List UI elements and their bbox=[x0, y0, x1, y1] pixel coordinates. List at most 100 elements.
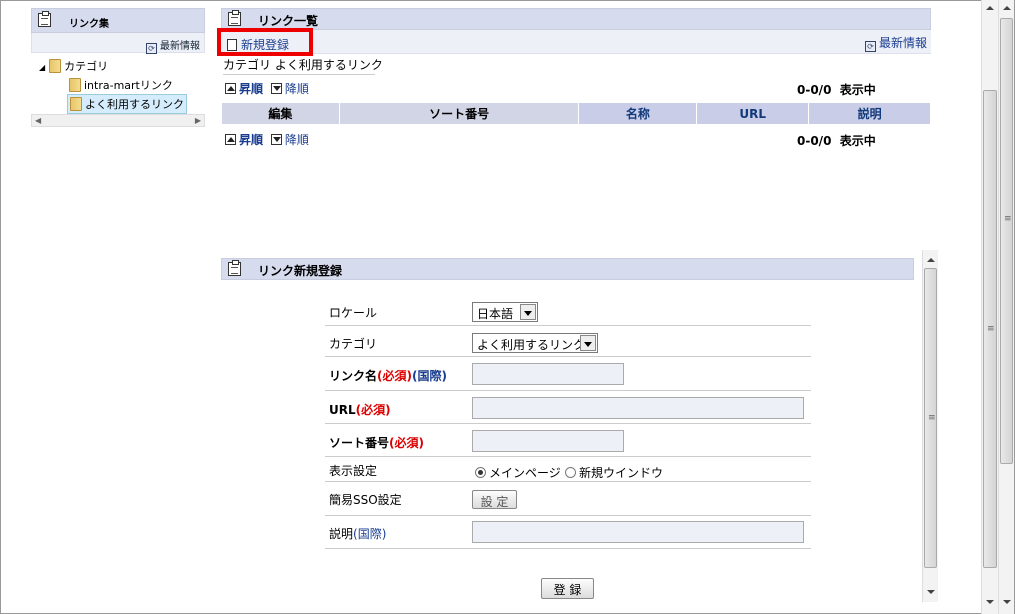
refresh-label: 最新情報 bbox=[160, 41, 200, 52]
grip-icon: ≡ bbox=[928, 413, 936, 423]
sort-ascending-icon[interactable] bbox=[225, 83, 236, 94]
new-document-icon bbox=[227, 39, 237, 51]
scroll-down-icon[interactable] bbox=[927, 590, 935, 594]
url-text: URL bbox=[329, 403, 356, 417]
link-name-text: リンク名 bbox=[329, 369, 378, 383]
sort-ascending-link[interactable]: 昇順 bbox=[239, 133, 263, 147]
sort-descending-link[interactable]: 降順 bbox=[285, 82, 309, 96]
sort-number-row: ソート番号(必須) bbox=[325, 425, 811, 457]
tree-item-frequent[interactable]: よく利用するリンク bbox=[67, 94, 187, 114]
category-value: よく利用するリンク bbox=[274, 58, 383, 72]
sso-label: 簡易SSO設定 bbox=[329, 493, 402, 507]
list-header: リンク一覧 bbox=[221, 8, 931, 30]
category-value: よく利用するリンク bbox=[477, 338, 586, 352]
display-new-window-radio[interactable]: 新規ウインドウ bbox=[565, 464, 663, 481]
intl-mark: (国際) bbox=[412, 369, 447, 383]
link-collection-pane: リンク集 ⟳ 最新情報 ◢ カテゴリ intra-martリンク よく利用するリンク… bbox=[31, 8, 205, 128]
list-title: リンク一覧 bbox=[258, 14, 319, 28]
required-mark: (必須) bbox=[377, 369, 412, 383]
count-text: 0-0/0 bbox=[797, 83, 832, 97]
col-description[interactable]: 説明 bbox=[808, 102, 931, 125]
display-new-window-label: 新規ウインドウ bbox=[579, 466, 664, 480]
tree-root-label: カテゴリ bbox=[64, 60, 109, 73]
scroll-right-icon[interactable]: ▶ bbox=[195, 116, 201, 125]
scroll-down-icon[interactable] bbox=[986, 600, 994, 604]
locale-row: ロケール 日本語 bbox=[325, 298, 811, 326]
radio-unselected-icon[interactable] bbox=[565, 467, 576, 478]
scroll-up-icon[interactable] bbox=[927, 258, 935, 262]
link-name-input[interactable] bbox=[472, 363, 624, 385]
tree-root-category[interactable]: ◢ カテゴリ bbox=[39, 58, 108, 74]
chevron-down-icon[interactable] bbox=[580, 335, 596, 351]
list-refresh-link[interactable]: ⟳ 最新情報 bbox=[864, 34, 927, 52]
refresh-icon: ⟳ bbox=[864, 41, 876, 52]
scroll-left-icon[interactable]: ◀ bbox=[35, 116, 41, 125]
col-sort-number: ソート番号 bbox=[338, 102, 580, 125]
url-input[interactable] bbox=[472, 397, 804, 419]
pane-header: リンク集 bbox=[31, 8, 205, 33]
display-setting-label: 表示設定 bbox=[329, 464, 378, 478]
locale-label: ロケール bbox=[329, 306, 378, 320]
clipboard-icon bbox=[38, 11, 51, 27]
current-category: カテゴリ よく利用するリンク bbox=[223, 56, 383, 75]
refresh-icon: ⟳ bbox=[146, 43, 157, 54]
sso-setting-button[interactable]: 設 定 bbox=[472, 490, 517, 509]
chevron-down-icon[interactable] bbox=[520, 304, 536, 320]
tree-horizontal-scrollbar[interactable]: ◀ ▶ bbox=[31, 114, 205, 127]
refresh-label: 最新情報 bbox=[878, 36, 927, 50]
link-name-label: リンク名(必須)(国際) bbox=[329, 367, 447, 384]
new-registration-button[interactable]: 新規登録 bbox=[217, 28, 313, 56]
intl-mark: (国際) bbox=[353, 527, 387, 541]
display-main-radio[interactable]: メインページ bbox=[475, 464, 561, 481]
radio-selected-icon[interactable] bbox=[475, 467, 486, 478]
register-button[interactable]: 登 録 bbox=[541, 578, 594, 599]
tree-expand-icon[interactable]: ◢ bbox=[39, 63, 45, 72]
url-label: URL(必須) bbox=[329, 401, 391, 418]
sso-row: 簡易SSO設定 設 定 bbox=[325, 483, 811, 516]
scroll-thumb[interactable]: ≡ bbox=[983, 90, 997, 568]
tree-item-intramart[interactable]: intra-martリンク bbox=[69, 77, 173, 93]
sort-descending-link[interactable]: 降順 bbox=[285, 133, 309, 147]
category-row: カテゴリ よく利用するリンク bbox=[325, 327, 811, 357]
scroll-down-icon[interactable] bbox=[1003, 600, 1011, 604]
page-count-top: 0-0/0 表示中 bbox=[797, 81, 876, 98]
scroll-thumb[interactable]: ≡ bbox=[1000, 18, 1013, 464]
sort-number-input[interactable] bbox=[472, 430, 624, 452]
clipboard-icon bbox=[228, 10, 241, 26]
category-select[interactable]: よく利用するリンク bbox=[472, 333, 598, 353]
sort-ascending-icon[interactable] bbox=[225, 134, 236, 145]
form-header: リンク新規登録 bbox=[221, 258, 914, 280]
col-edit: 編集 bbox=[221, 102, 340, 125]
col-url[interactable]: URL bbox=[696, 102, 810, 125]
sort-ascending-link[interactable]: 昇順 bbox=[239, 82, 263, 96]
sort-number-label: ソート番号(必須) bbox=[329, 434, 424, 451]
window-vertical-scrollbar[interactable]: ≡ bbox=[998, 0, 1014, 614]
sort-controls-top: 昇順 降順 bbox=[225, 80, 309, 97]
col-name[interactable]: 名称 bbox=[578, 102, 698, 125]
form-vertical-scrollbar[interactable]: ≡ bbox=[922, 250, 938, 602]
scroll-thumb[interactable]: ≡ bbox=[924, 268, 937, 568]
table-header-row: 編集 ソート番号 名称 URL 説明 bbox=[221, 102, 931, 125]
pane-title: リンク集 bbox=[69, 19, 109, 30]
sort-controls-bottom: 昇順 降順 bbox=[225, 131, 309, 148]
scroll-up-icon[interactable] bbox=[1003, 6, 1011, 10]
sort-descending-icon[interactable] bbox=[270, 83, 282, 94]
page-count-bottom: 0-0/0 表示中 bbox=[797, 132, 876, 149]
description-row: 説明(国際) bbox=[325, 517, 811, 549]
required-mark: (必須) bbox=[389, 436, 424, 450]
sort-descending-icon[interactable] bbox=[270, 134, 282, 145]
refresh-link[interactable]: ⟳ 最新情報 bbox=[31, 33, 205, 54]
grip-icon: ≡ bbox=[987, 324, 995, 334]
link-table: 編集 ソート番号 名称 URL 説明 bbox=[221, 102, 931, 125]
grip-icon: ≡ bbox=[1004, 214, 1012, 224]
description-text: 説明 bbox=[329, 527, 354, 541]
page-vertical-scrollbar[interactable]: ≡ bbox=[981, 0, 998, 614]
scroll-up-icon[interactable] bbox=[986, 6, 994, 10]
description-input[interactable] bbox=[472, 521, 804, 543]
tree-item-label: よく利用するリンク bbox=[85, 98, 184, 111]
form-title: リンク新規登録 bbox=[258, 264, 343, 278]
link-name-row: リンク名(必須)(国際) bbox=[325, 358, 811, 391]
description-label: 説明(国際) bbox=[329, 525, 386, 542]
count-text: 0-0/0 bbox=[797, 134, 832, 148]
locale-select[interactable]: 日本語 bbox=[472, 302, 538, 322]
